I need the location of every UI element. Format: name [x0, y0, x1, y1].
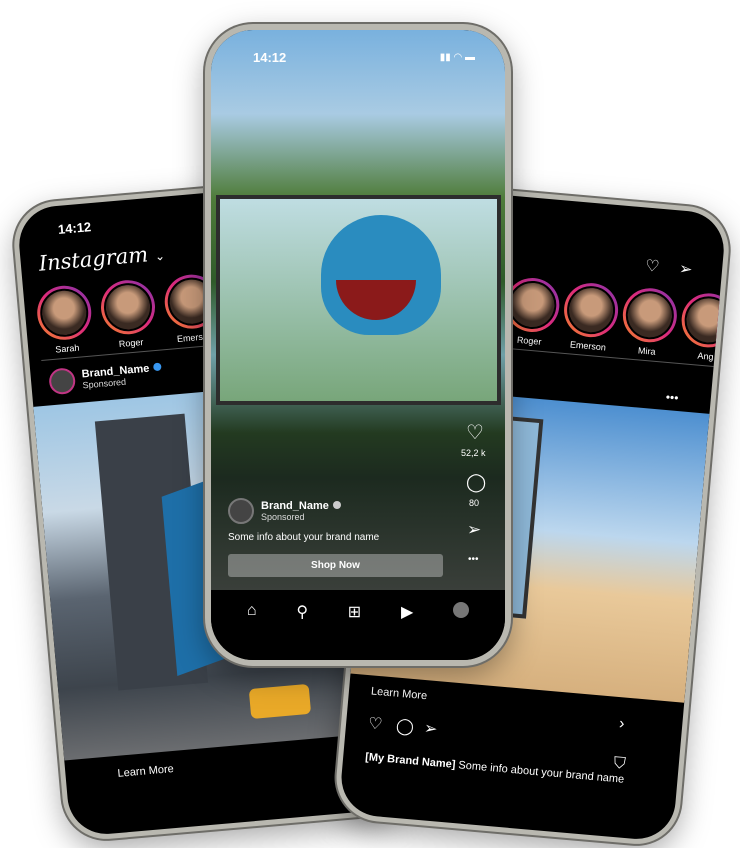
chevron-right-icon[interactable]: › [618, 715, 625, 733]
reel-caption: Some info about your brand name [228, 532, 380, 543]
story-item[interactable]: Ang [678, 291, 733, 363]
comment-icon[interactable]: ◯ [395, 716, 415, 737]
heart-icon[interactable]: ♡ [466, 420, 484, 445]
verified-icon [152, 362, 162, 372]
comments-count: 80 [469, 498, 480, 508]
story-item[interactable]: Sarah [34, 283, 95, 356]
learn-more-link[interactable]: Learn More [117, 763, 174, 780]
heart-icon[interactable]: ♡ [644, 256, 660, 277]
post-header[interactable]: Brand_Name Sponsored [48, 360, 163, 396]
shop-now-button[interactable]: Shop Now [228, 554, 443, 577]
center-phone: 14:12 ▮▮ ◠ ▬ ♡ 52,2 k ◯ 80 ➢ ••• Brand_N… [205, 24, 511, 666]
send-icon[interactable]: ➢ [423, 718, 438, 739]
send-icon[interactable]: ➢ [678, 259, 693, 280]
post-caption: [My Brand Name] Some info about your bra… [364, 751, 625, 786]
post-header[interactable]: Brand_Name Sponsored [228, 498, 341, 524]
reels-icon[interactable]: ▶ [401, 602, 413, 648]
verified-icon [332, 501, 341, 509]
more-icon[interactable]: ••• [665, 390, 679, 405]
story-item[interactable]: Roger [98, 277, 159, 350]
story-item[interactable]: Emerson [561, 280, 621, 353]
story-item[interactable]: Mira [619, 285, 680, 358]
heart-icon[interactable]: ♡ [367, 713, 383, 734]
bottom-nav: ⌂ ⚲ ⊞ ▶ [211, 590, 505, 660]
app-logo: Instagram ⌄ [37, 242, 166, 276]
create-icon[interactable]: ⊞ [348, 602, 361, 648]
bookmark-icon[interactable]: ⛉ [613, 755, 626, 774]
status-icons: ▮▮ ◠ ▬ [439, 52, 475, 63]
home-icon[interactable]: ⌂ [247, 602, 257, 648]
comment-icon[interactable]: ◯ [466, 472, 486, 493]
search-icon[interactable]: ⚲ [296, 602, 308, 648]
more-icon[interactable]: ••• [468, 554, 479, 565]
likes-count: 52,2 k [461, 448, 486, 458]
stories-row: Sarah Roger Emerson [34, 272, 222, 356]
send-icon[interactable]: ➢ [467, 520, 481, 540]
profile-avatar[interactable] [453, 602, 470, 618]
status-time: 14:12 [57, 219, 92, 237]
avatar [48, 367, 77, 396]
avatar [228, 498, 254, 524]
learn-more-link[interactable]: Learn More [370, 685, 427, 702]
status-time: 14:12 [253, 50, 287, 65]
